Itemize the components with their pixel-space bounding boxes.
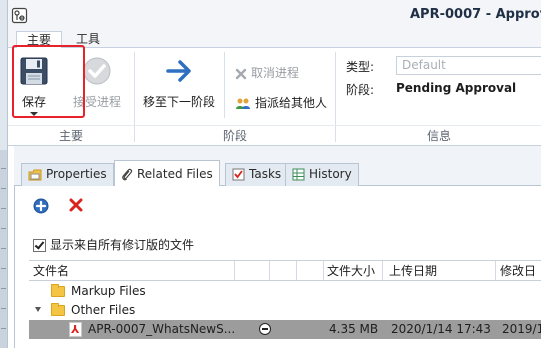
show-all-revisions-checkbox[interactable] [33, 239, 46, 252]
column-divider[interactable] [323, 261, 324, 280]
files-grid-header: 文件名 文件大小 上传日期 修改日 [29, 260, 541, 281]
cancel-process-button[interactable]: 取消进程 [235, 64, 299, 82]
related-files-panel: 显示来自所有修订版的文件 文件名 文件大小 上传日期 修改日 Markup Fi… [14, 186, 541, 348]
folder-icon [51, 284, 65, 297]
group-divider [224, 52, 225, 118]
type-label: 类型: [346, 60, 375, 74]
column-divider[interactable] [269, 261, 270, 280]
stage-value: Pending Approval [396, 81, 517, 95]
check-circle-icon [83, 57, 111, 85]
column-file-name[interactable]: 文件名 [33, 262, 69, 280]
document-content: Properties Related Files Tasks History 显… [14, 146, 541, 348]
cancel-process-label: 取消进程 [251, 66, 300, 80]
group-label-stage: 阶段 [222, 129, 247, 143]
assign-to-others-label: 指派给其他人 [255, 96, 328, 110]
show-all-revisions-checkbox-row[interactable]: 显示来自所有修订版的文件 [33, 237, 194, 253]
file-row-selected[interactable]: ⅄ APR-0007_WhatsNewS... 4.35 MB 2020/1/1… [29, 320, 541, 339]
stage-label: 阶段: [346, 83, 375, 97]
ribbon-tab-strip: 主要 工具 [8, 31, 541, 49]
properties-icon [28, 169, 42, 180]
remove-file-icon[interactable] [69, 198, 83, 212]
upload-date: 2020/1/14 17:43 [391, 322, 491, 336]
checked-out-status-icon [259, 323, 271, 335]
modified-date: 2019/1 [502, 322, 541, 336]
column-divider[interactable] [382, 261, 383, 280]
tab-properties[interactable]: Properties [21, 163, 114, 186]
tab-history-label: History [309, 167, 352, 181]
move-next-stage-label: 移至下一阶段 [142, 95, 215, 109]
ribbon: 保存 接受进程 移至下一阶段 取消进程 指派给其他人 类型: Default 阶… [8, 48, 541, 146]
pdf-file-icon: ⅄ [69, 322, 82, 337]
tab-tasks-label: Tasks [249, 167, 282, 181]
column-divider[interactable] [234, 261, 235, 280]
folder-icon [51, 303, 65, 316]
group-label-info: 信息 [426, 129, 451, 143]
move-next-stage-button[interactable]: 移至下一阶段 [139, 56, 219, 110]
window-title: APR-0007 - Approval [410, 7, 541, 22]
title-bar: APR-0007 - Approval [8, 0, 541, 31]
file-name: APR-0007_WhatsNewS... [88, 322, 236, 336]
column-file-size[interactable]: 文件大小 [327, 262, 375, 280]
x-icon [235, 68, 247, 79]
file-name: Other Files [71, 303, 136, 317]
tab-related-files[interactable]: Related Files [114, 160, 220, 187]
background-window-edge [0, 150, 7, 348]
tab-properties-label: Properties [46, 167, 107, 181]
ribbon-group-footer [8, 125, 541, 126]
tree-row-markup-files[interactable]: Markup Files [29, 282, 541, 301]
column-upload-date[interactable]: 上传日期 [389, 262, 437, 280]
column-divider[interactable] [296, 261, 297, 280]
group-label-main: 主要 [58, 129, 83, 143]
arrow-right-icon [166, 60, 191, 82]
column-divider[interactable] [495, 261, 496, 280]
file-name: Markup Files [71, 284, 146, 298]
document-tab-strip: Properties Related Files Tasks History [14, 160, 541, 187]
tab-history[interactable]: History [285, 163, 359, 186]
assign-to-others-button[interactable]: 指派给其他人 [235, 94, 327, 112]
paperclip-icon [122, 168, 133, 180]
add-file-icon[interactable] [33, 198, 49, 214]
save-highlight-box [12, 45, 85, 118]
column-modified-date[interactable]: 修改日 [500, 262, 536, 280]
collapse-chevron-icon[interactable] [35, 307, 41, 312]
app-icon[interactable] [11, 7, 28, 24]
tab-tasks[interactable]: Tasks [225, 163, 289, 186]
history-grid-icon [292, 168, 305, 181]
tree-row-other-files[interactable]: Other Files [29, 301, 541, 320]
type-dropdown[interactable]: Default [396, 56, 541, 75]
tasks-checklist-icon [232, 168, 245, 181]
show-all-revisions-label: 显示来自所有修订版的文件 [50, 238, 195, 252]
users-assign-icon [236, 98, 250, 109]
tab-related-files-label: Related Files [137, 167, 213, 181]
file-size: 4.35 MB [329, 322, 379, 336]
